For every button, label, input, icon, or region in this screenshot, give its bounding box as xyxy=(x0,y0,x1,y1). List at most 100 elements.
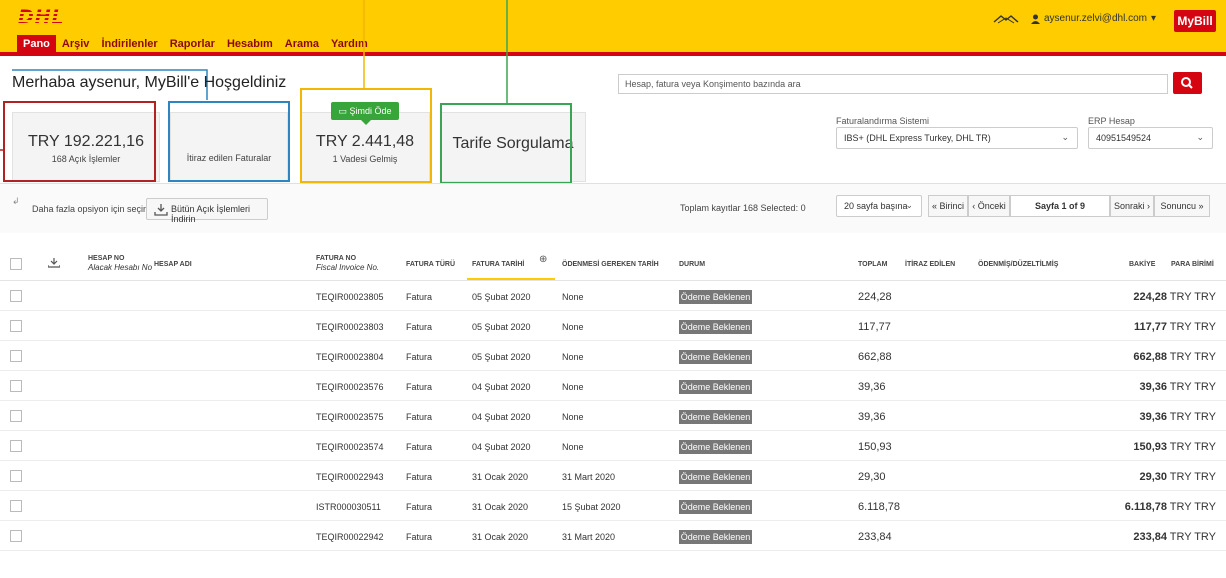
row-checkbox[interactable] xyxy=(10,440,22,452)
pay-now-button[interactable]: ▭ Şimdi Öde xyxy=(331,102,399,125)
col-account-name[interactable]: HESAP ADI xyxy=(154,261,192,268)
search-icon xyxy=(1181,77,1193,89)
col-invoice-no-sub: Fiscal Invoice No. xyxy=(316,263,380,272)
col-invoice-type[interactable]: FATURA TÜRÜ xyxy=(406,261,455,268)
table-row[interactable]: TEQIR00022942 Fatura 31 Ocak 2020 31 Mar… xyxy=(0,522,1226,551)
due-date: None xyxy=(562,292,584,302)
col-currency[interactable]: PARA BİRİMİ xyxy=(1171,261,1214,268)
col-due-date[interactable]: ÖDENMESİ GEREKEN TARİH xyxy=(562,261,659,268)
download-icon[interactable] xyxy=(48,258,60,268)
invoice-no[interactable]: TEQIR00023804 xyxy=(316,352,384,362)
invoice-no[interactable]: TEQIR00023803 xyxy=(316,322,384,332)
row-balance: 39,36 xyxy=(1139,411,1167,423)
billing-select[interactable]: IBS+ (DHL Express Turkey, DHL TR) ⌄ xyxy=(836,127,1078,149)
due-date: 31 Mart 2020 xyxy=(562,532,616,542)
select-all-checkbox[interactable] xyxy=(10,258,22,270)
table-row[interactable]: TEQIR00023804 Fatura 05 Şubat 2020 None … xyxy=(0,342,1226,371)
chevron-down-icon: ⌄ xyxy=(905,200,913,210)
status-badge: Ödeme Beklenen xyxy=(679,440,752,454)
search-button[interactable] xyxy=(1173,72,1202,94)
due-count: 1 Vadesi Gelmiş xyxy=(332,154,398,164)
table-row[interactable]: TEQIR00023576 Fatura 04 Şubat 2020 None … xyxy=(0,372,1226,401)
erp-select[interactable]: 40951549524 ⌄ xyxy=(1088,127,1213,149)
row-balance: 117,77 xyxy=(1133,321,1167,333)
app-root: DHL Pano Arşiv İndirilenler Raporlar Hes… xyxy=(0,0,1226,578)
per-page-select[interactable]: 20 sayfa başına ⌄ xyxy=(836,195,922,217)
row-checkbox[interactable] xyxy=(10,530,22,542)
row-checkbox[interactable] xyxy=(10,410,22,422)
row-checkbox[interactable] xyxy=(10,350,22,362)
disputed-label: İtiraz edilen Faturalar xyxy=(186,153,272,163)
row-balance: 150,93 xyxy=(1133,441,1167,453)
invoice-no[interactable]: TEQIR00023576 xyxy=(316,382,384,392)
row-total: 39,36 xyxy=(858,381,886,393)
open-items-card[interactable]: TRY 192.221,16 168 Açık İşlemler xyxy=(12,112,160,182)
plus-circle-icon[interactable]: ⊕ xyxy=(539,254,547,265)
row-currency: TRY TRY xyxy=(1169,411,1216,423)
table-row[interactable]: ISTR000030511 Fatura 31 Ocak 2020 15 Şub… xyxy=(0,492,1226,521)
row-total: 29,30 xyxy=(858,471,886,483)
options-arrow-icon[interactable]: ↲ xyxy=(12,196,20,207)
row-balance: 233,84 xyxy=(1133,531,1167,543)
open-total: TRY 192.221,16 xyxy=(28,133,144,150)
invoice-type: Fatura xyxy=(406,352,433,362)
table-row[interactable]: TEQIR00022943 Fatura 31 Ocak 2020 31 Mar… xyxy=(0,462,1226,491)
col-account-no[interactable]: HESAP NO Alacak Hesabı No xyxy=(88,255,152,272)
invoice-no[interactable]: TEQIR00023805 xyxy=(316,292,384,302)
row-checkbox[interactable] xyxy=(10,500,22,512)
col-invoice-date[interactable]: FATURA TARİHİ xyxy=(472,261,524,268)
invoice-type: Fatura xyxy=(406,412,433,422)
row-total: 150,93 xyxy=(858,441,892,453)
erp-value: 40951549524 xyxy=(1096,133,1152,143)
status-badge: Ödeme Beklenen xyxy=(679,410,752,424)
invoice-no[interactable]: ISTR000030511 xyxy=(316,502,381,512)
search-input[interactable]: Hesap, fatura veya Konşimento bazında ar… xyxy=(618,74,1168,94)
invoice-no[interactable]: TEQIR00023574 xyxy=(316,442,384,452)
col-balance[interactable]: BAKİYE xyxy=(1129,261,1155,268)
invoice-type: Fatura xyxy=(406,442,433,452)
disputed-card[interactable]: İtiraz edilen Faturalar xyxy=(170,112,288,182)
status-badge: Ödeme Beklenen xyxy=(679,350,752,364)
table-row[interactable]: TEQIR00023574 Fatura 04 Şubat 2020 None … xyxy=(0,432,1226,461)
greeting-text: Merhaba aysenur, MyBill'e Hoşgeldiniz xyxy=(12,74,287,91)
invoice-date: 04 Şubat 2020 xyxy=(472,442,531,452)
row-checkbox[interactable] xyxy=(10,290,22,302)
invoice-no[interactable]: TEQIR00023575 xyxy=(316,412,384,422)
row-balance: 6.118,78 xyxy=(1124,501,1167,513)
col-paid-adjusted[interactable]: ÖDENMİŞ/DÜZELTİLMİŞ xyxy=(978,261,1058,268)
col-account-no-sub: Alacak Hesabı No xyxy=(88,263,153,272)
col-invoice-no[interactable]: FATURA NO Fiscal Invoice No. xyxy=(316,255,379,272)
billing-label: Faturalandırma Sistemi xyxy=(836,116,930,126)
row-checkbox[interactable] xyxy=(10,320,22,332)
next-page-button[interactable]: Sonraki › xyxy=(1110,195,1154,217)
table-row[interactable]: TEQIR00023803 Fatura 05 Şubat 2020 None … xyxy=(0,312,1226,341)
chevron-down-icon: ⌄ xyxy=(1196,132,1204,142)
chevron-down-icon: ⌄ xyxy=(1061,132,1069,142)
tariff-card[interactable]: Tarife Sorgulama xyxy=(440,112,586,182)
row-balance: 224,28 xyxy=(1133,291,1167,303)
invoice-no[interactable]: TEQIR00022943 xyxy=(316,472,384,482)
invoice-date: 31 Ocak 2020 xyxy=(472,502,529,512)
download-all-button[interactable]: Bütün Açık İşlemleri İndirin xyxy=(146,198,268,224)
prev-page-button[interactable]: ‹ Önceki xyxy=(968,195,1010,217)
col-status[interactable]: DURUM xyxy=(679,261,705,268)
due-date: 31 Mart 2020 xyxy=(562,472,616,482)
row-currency: TRY TRY xyxy=(1169,291,1216,303)
col-disputed[interactable]: İTİRAZ EDİLEN xyxy=(905,261,955,268)
last-page-button[interactable]: Sonuncu » xyxy=(1154,195,1210,217)
invoice-no[interactable]: TEQIR00022942 xyxy=(316,532,384,542)
row-currency: TRY TRY xyxy=(1169,321,1216,333)
first-page-button[interactable]: « Birinci xyxy=(928,195,968,217)
col-total[interactable]: TOPLAM xyxy=(858,261,887,268)
table-row[interactable]: TEQIR00023575 Fatura 04 Şubat 2020 None … xyxy=(0,402,1226,431)
per-page-value: 20 sayfa başına xyxy=(844,201,908,211)
row-checkbox[interactable] xyxy=(10,380,22,392)
row-total: 6.118,78 xyxy=(858,501,901,513)
row-checkbox[interactable] xyxy=(10,470,22,482)
invoice-type: Fatura xyxy=(406,472,433,482)
invoice-date: 31 Ocak 2020 xyxy=(472,472,529,482)
due-total: TRY 2.441,48 xyxy=(315,133,415,150)
status-badge: Ödeme Beklenen xyxy=(679,470,752,484)
table-row[interactable]: TEQIR00023805 Fatura 05 Şubat 2020 None … xyxy=(0,282,1226,311)
invoice-date: 05 Şubat 2020 xyxy=(472,322,531,332)
